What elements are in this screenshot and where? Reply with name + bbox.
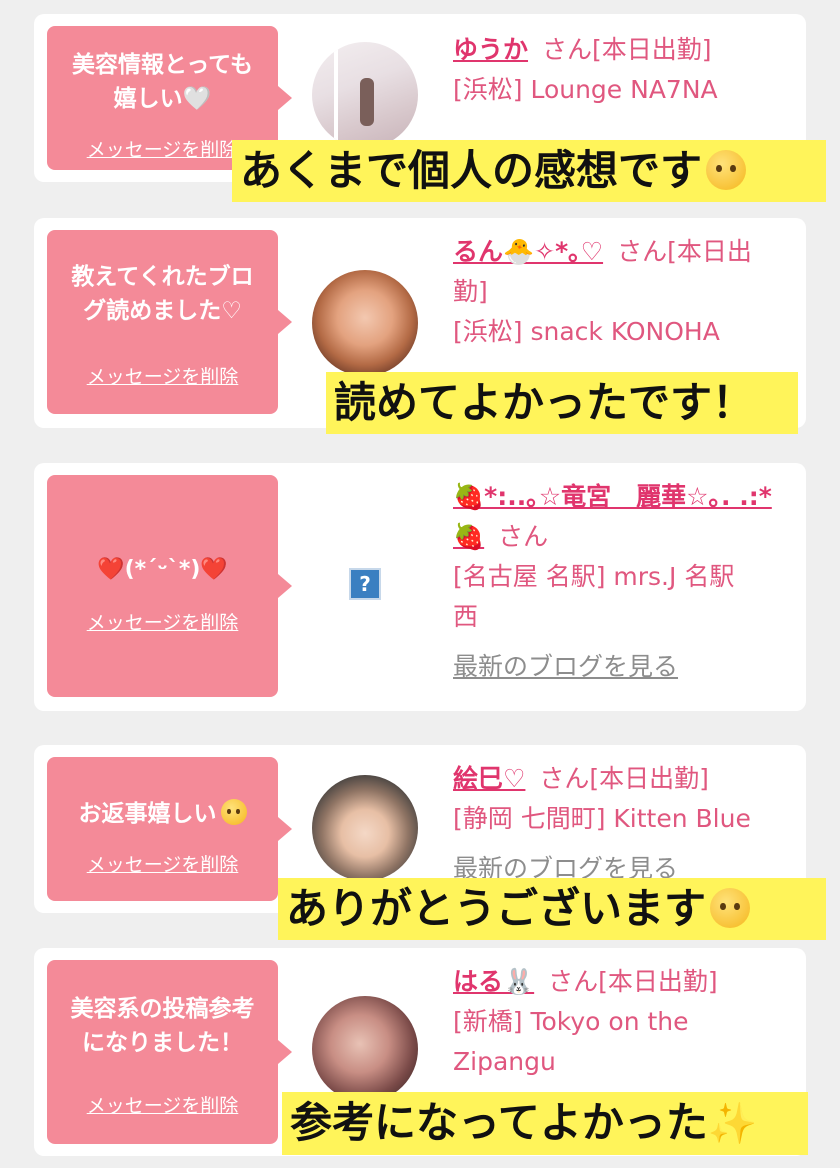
cast-name-link[interactable]: はる🐰 bbox=[453, 967, 534, 996]
honorific-status: さん[本日出勤] bbox=[542, 35, 712, 64]
message-bubble: 美容系の投稿参考 になりました！ メッセージを削除 bbox=[47, 960, 292, 1144]
message-text: 教えてくれたブロ グ読めました♡ bbox=[71, 264, 254, 324]
honorific: さん bbox=[498, 522, 549, 551]
avatar[interactable] bbox=[312, 775, 418, 881]
caption-overlay: あくまで個人の感想です bbox=[232, 140, 826, 202]
pleading-emoji-icon bbox=[706, 150, 747, 190]
cast-info: 絵巳♡ さん[本日出勤] [静岡 七間町] Kitten Blue 最新のブログを… bbox=[453, 759, 792, 889]
caption-overlay: 読めてよかったです！ bbox=[326, 372, 798, 434]
honorific-status: さん[本日出 bbox=[617, 237, 752, 266]
cast-name-link[interactable]: 🍓*:..｡☆竜宮 麗華☆｡. .:* bbox=[453, 482, 772, 511]
cast-name-link[interactable]: 絵巳♡ bbox=[453, 764, 525, 793]
message-text: 美容系の投稿参考 になりました！ bbox=[70, 996, 255, 1056]
caption-overlay: 参考になってよかった✨ bbox=[282, 1092, 808, 1155]
honorific-status: さん[本日出勤] bbox=[548, 967, 718, 996]
avatar-placeholder[interactable]: ? bbox=[312, 531, 418, 637]
message-text: お返事嬉しい bbox=[53, 797, 272, 831]
cast-name-link-cont[interactable]: 🍓 bbox=[453, 522, 484, 551]
delete-message-link[interactable]: メッセージを削除 bbox=[47, 853, 278, 877]
message-card: ❤️(*´ᵕ`*)❤️ メッセージを削除 ? 🍓*:..｡☆竜宮 麗華☆｡. .… bbox=[34, 463, 806, 711]
shop-name: [浜松] snack KONOHA bbox=[453, 317, 720, 346]
shop-name: [名古屋 名駅] mrs.J 名駅 bbox=[453, 562, 735, 591]
cast-name-link[interactable]: ゆうか bbox=[453, 35, 528, 64]
shop-name-cont: 西 bbox=[453, 602, 479, 631]
cast-name-link[interactable]: るん🐣✧*｡♡ bbox=[453, 237, 603, 266]
honorific-status: さん[本日出勤] bbox=[539, 764, 709, 793]
broken-image-icon: ? bbox=[349, 568, 381, 600]
shop-name: [浜松] Lounge NA7NA bbox=[453, 75, 718, 104]
avatar[interactable] bbox=[312, 42, 418, 148]
message-bubble: 教えてくれたブロ グ読めました♡ メッセージを削除 bbox=[47, 230, 292, 414]
shop-name: [新橋] Tokyo on the bbox=[453, 1007, 689, 1036]
shop-name: [静岡 七間町] Kitten Blue bbox=[453, 804, 751, 833]
smiley-emoji-icon bbox=[710, 888, 751, 928]
message-text: ❤️(*´ᵕ`*)❤️ bbox=[97, 557, 228, 582]
cast-info: はる🐰 さん[本日出勤] [新橋] Tokyo on the Zipangu bbox=[453, 962, 792, 1082]
delete-message-link[interactable]: メッセージを削除 bbox=[47, 1094, 278, 1118]
sparkles-icon: ✨ bbox=[707, 1101, 758, 1147]
honorific-status-cont: 勤] bbox=[453, 277, 488, 306]
avatar[interactable] bbox=[312, 270, 418, 376]
smiley-emoji-icon bbox=[220, 799, 247, 825]
latest-blog-link[interactable]: 最新のブログを見る bbox=[453, 647, 792, 687]
cast-info: 🍓*:..｡☆竜宮 麗華☆｡. .:* 🍓 さん [名古屋 名駅] mrs.J 名… bbox=[453, 477, 792, 687]
delete-message-link[interactable]: メッセージを削除 bbox=[47, 611, 278, 635]
shop-name-cont: Zipangu bbox=[453, 1047, 556, 1076]
delete-message-link[interactable]: メッセージを削除 bbox=[47, 365, 278, 389]
message-text: 美容情報とっても 嬉しい🤍 bbox=[71, 52, 253, 112]
caption-overlay: ありがとうございます bbox=[278, 878, 826, 940]
message-bubble: ❤️(*´ᵕ`*)❤️ メッセージを削除 bbox=[47, 475, 292, 697]
cast-info: ゆうか さん[本日出勤] [浜松] Lounge NA7NA bbox=[453, 30, 792, 110]
message-bubble: お返事嬉しい メッセージを削除 bbox=[47, 757, 292, 901]
cast-info: るん🐣✧*｡♡ さん[本日出 勤] [浜松] snack KONOHA bbox=[453, 232, 792, 352]
avatar[interactable] bbox=[312, 996, 418, 1102]
